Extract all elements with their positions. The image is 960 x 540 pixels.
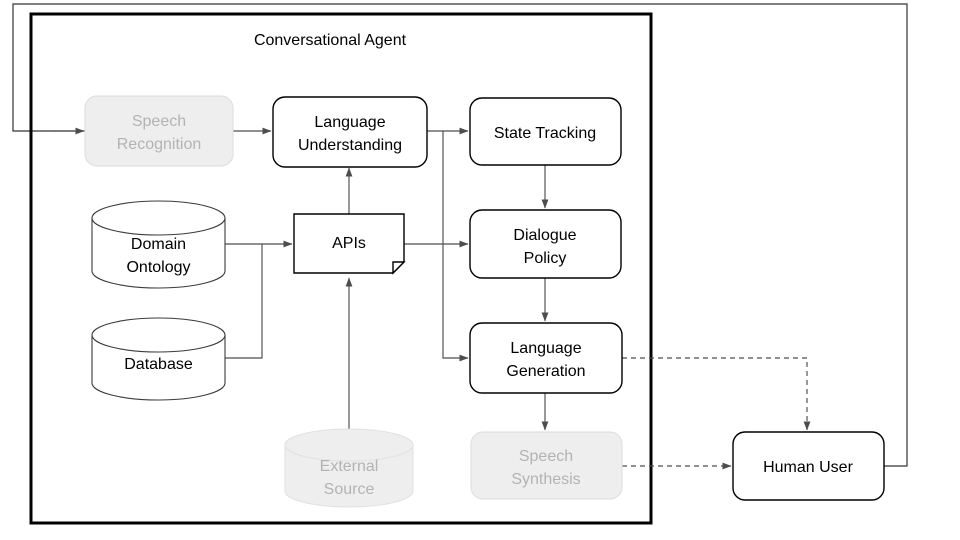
database-label-line1: Database <box>124 356 193 373</box>
external-source-label-line1: External <box>320 458 379 475</box>
node-database[interactable]: Database <box>91 317 226 401</box>
node-speech-recognition[interactable]: Speech Recognition <box>84 95 234 167</box>
language-understanding-box[interactable] <box>272 96 428 168</box>
apis-folded-corner-icon <box>392 261 406 275</box>
language-generation-label-line1: Language <box>510 340 581 357</box>
speech-synthesis-label-line1: Speech <box>519 448 573 465</box>
node-external-source[interactable]: External Source <box>284 428 414 508</box>
node-dialogue-policy[interactable]: Dialogue Policy <box>469 209 622 279</box>
speech-synthesis-label-line2: Synthesis <box>511 471 580 488</box>
speech-recognition-label-line2: Recognition <box>117 136 202 153</box>
human-user-label-line1: Human User <box>763 459 853 476</box>
database-cylinder-top <box>91 317 226 353</box>
domain-ontology-label-line2: Ontology <box>126 259 190 276</box>
speech-recognition-label-line1: Speech <box>132 113 186 130</box>
node-state-tracking[interactable]: State Tracking <box>469 97 622 166</box>
node-speech-synthesis[interactable]: Speech Synthesis <box>470 431 623 500</box>
dialogue-policy-label-line1: Dialogue <box>513 227 576 244</box>
language-understanding-label-line2: Understanding <box>298 137 402 154</box>
speech-recognition-box[interactable] <box>84 95 234 167</box>
dialogue-policy-box[interactable] <box>469 209 622 279</box>
external-source-label-line2: Source <box>324 481 375 498</box>
diagram-title: Conversational Agent <box>254 32 407 49</box>
language-understanding-label-line1: Language <box>314 114 385 131</box>
language-generation-label-line2: Generation <box>506 363 585 380</box>
domain-ontology-cylinder-top <box>91 200 226 236</box>
node-language-generation[interactable]: Language Generation <box>469 322 623 394</box>
state-tracking-label-line1: State Tracking <box>494 125 596 142</box>
node-domain-ontology[interactable]: Domain Ontology <box>91 200 226 289</box>
node-language-understanding[interactable]: Language Understanding <box>272 96 428 168</box>
node-human-user[interactable]: Human User <box>732 431 885 501</box>
diagram-canvas: Conversational Agent Speech Recognition … <box>0 0 960 540</box>
node-apis[interactable]: APIs <box>293 213 406 275</box>
dialogue-policy-label-line2: Policy <box>524 250 567 267</box>
apis-label-line1: APIs <box>332 235 366 252</box>
domain-ontology-label-line1: Domain <box>131 236 186 253</box>
speech-synthesis-box[interactable] <box>470 431 623 500</box>
language-generation-box[interactable] <box>469 322 623 394</box>
conversational-agent-diagram: Conversational Agent Speech Recognition … <box>12 3 908 525</box>
edge-database-to-apis <box>225 244 263 359</box>
external-source-cylinder-top <box>284 428 414 462</box>
